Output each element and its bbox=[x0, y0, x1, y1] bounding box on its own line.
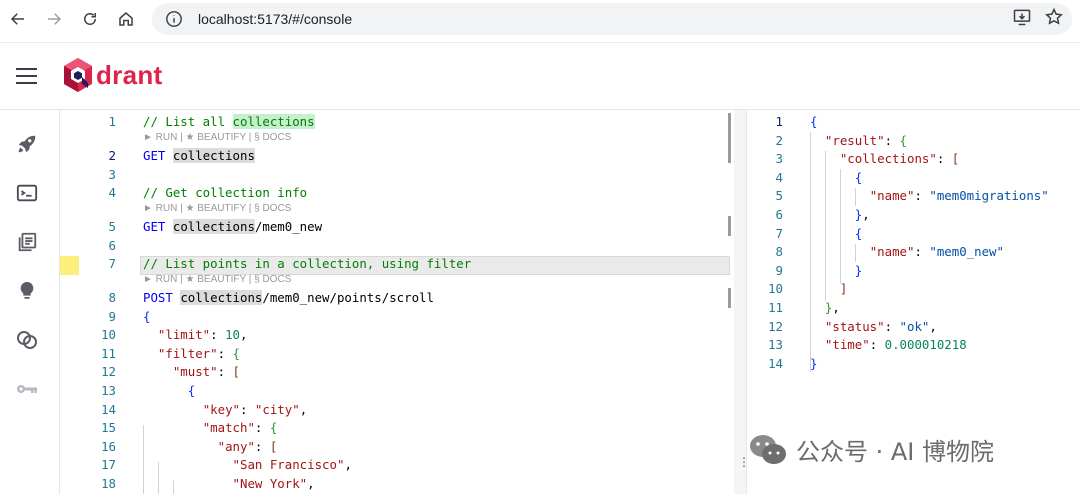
json-line: 13 "time": 0.000010218 bbox=[768, 337, 967, 353]
qdrant-logo[interactable]: drant bbox=[62, 57, 163, 93]
code-line: 10 "limit": 10, bbox=[101, 327, 248, 343]
json-line: 8 "name": "mem0_new" bbox=[775, 244, 1004, 260]
scroll-marker bbox=[728, 288, 731, 308]
code-lens-actions[interactable]: ► RUN | ★ BEAUTIFY | § DOCS bbox=[143, 274, 291, 285]
home-button[interactable] bbox=[108, 1, 144, 37]
json-line: 11 }, bbox=[768, 300, 840, 315]
json-line: 9 } bbox=[775, 262, 863, 278]
code-line: 16 "any": [ bbox=[101, 438, 278, 454]
bookmark-star-icon[interactable] bbox=[1044, 7, 1064, 32]
lightbulb-icon[interactable] bbox=[15, 279, 39, 303]
scrollbar-thumb[interactable] bbox=[728, 113, 731, 163]
code-line: 5 GET collections/mem0_new bbox=[108, 219, 323, 234]
scroll-marker bbox=[728, 216, 731, 236]
json-line: 6 }, bbox=[775, 207, 870, 222]
code-line: 2 GET collections bbox=[108, 148, 255, 163]
reload-icon bbox=[84, 13, 96, 25]
console-icon[interactable] bbox=[15, 181, 39, 205]
install-app-icon[interactable] bbox=[1012, 7, 1032, 32]
arrow-left-icon bbox=[10, 13, 24, 25]
json-line: 2 "result": { bbox=[775, 132, 907, 148]
code-line: 4 // Get collection info bbox=[108, 185, 308, 200]
menu-icon[interactable] bbox=[16, 68, 37, 84]
app-header: drant bbox=[0, 42, 1080, 110]
json-line: 10 ] bbox=[768, 281, 848, 297]
code-line: 18 "New York", bbox=[101, 476, 315, 491]
address-bar[interactable]: localhost:5173/#/console bbox=[152, 3, 1072, 35]
code-line: 7 // List points in a collection, using … bbox=[108, 256, 472, 271]
json-line: 5 "name": "mem0migrations" bbox=[775, 188, 1049, 204]
json-line: 1{ bbox=[775, 114, 818, 129]
code-line: 15 "match": { bbox=[101, 420, 278, 436]
code-line: 1 // List all collections bbox=[108, 114, 315, 129]
code-line: 3 bbox=[108, 166, 116, 182]
request-editor[interactable]: 1 // List all collections ► RUN | ★ BEAU… bbox=[60, 110, 740, 494]
wechat-icon bbox=[750, 434, 786, 464]
panel-splitter[interactable] bbox=[734, 110, 746, 494]
code-line: 11 "filter": { bbox=[101, 345, 240, 361]
back-button[interactable] bbox=[0, 1, 36, 37]
browser-toolbar: localhost:5173/#/console bbox=[0, 0, 1080, 38]
home-icon bbox=[119, 12, 133, 26]
rocket-icon[interactable] bbox=[15, 132, 39, 156]
json-line: 3 "collections": [ bbox=[775, 151, 960, 167]
url-text: localhost:5173/#/console bbox=[198, 11, 353, 27]
code-line: 17 "San Francisco", bbox=[101, 457, 352, 473]
watermark: 公众号 · AI 博物院 bbox=[748, 432, 994, 467]
arrow-right-icon bbox=[48, 13, 62, 25]
code-line: 12 "must": [ bbox=[101, 364, 240, 380]
json-line: 12 "status": "ok", bbox=[768, 318, 937, 334]
logo-text: drant bbox=[96, 59, 163, 90]
watermark-text: 公众号 · AI 博物院 bbox=[796, 438, 995, 466]
code-line: 13 { bbox=[101, 383, 196, 398]
code-lens-actions[interactable]: ► RUN | ★ BEAUTIFY | § DOCS bbox=[143, 132, 291, 143]
collections-icon[interactable] bbox=[15, 230, 39, 254]
json-line: 7 { bbox=[775, 225, 863, 241]
code-line: 14 "key": "city", bbox=[101, 401, 308, 417]
code-lens-actions[interactable]: ► RUN | ★ BEAUTIFY | § DOCS bbox=[143, 203, 291, 214]
sidebar bbox=[0, 110, 60, 494]
key-icon[interactable] bbox=[15, 377, 39, 401]
qdrant-logo-icon bbox=[64, 58, 92, 92]
site-info-icon[interactable] bbox=[164, 9, 184, 29]
code-line: 8 POST collections/mem0_new/points/scrol… bbox=[108, 290, 434, 305]
forward-button[interactable] bbox=[36, 1, 72, 37]
reload-button[interactable] bbox=[72, 1, 108, 37]
json-line: 4 { bbox=[775, 169, 863, 185]
code-line: 9 { bbox=[108, 308, 151, 324]
json-line: 14} bbox=[768, 355, 818, 371]
code-line: 6 bbox=[108, 237, 116, 253]
integrations-icon[interactable] bbox=[15, 328, 39, 352]
